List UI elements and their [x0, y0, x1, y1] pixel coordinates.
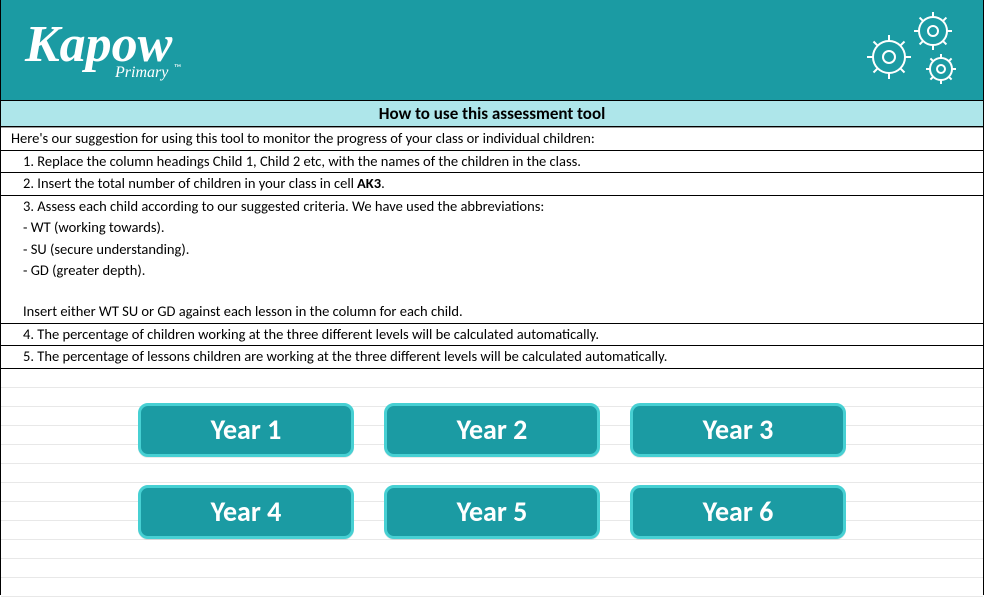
- insert-instruction-row: Insert either WT SU or GD against each l…: [1, 301, 983, 323]
- gears-icon: [855, 7, 965, 93]
- year-5-button[interactable]: Year 5: [384, 485, 600, 539]
- step-2-row: 2. Insert the total number of children i…: [1, 172, 983, 195]
- abbr-wt-row: - WT (working towards).: [1, 217, 983, 239]
- step-2-text: 2. Insert the total number of children i…: [23, 174, 354, 194]
- step-2-period: .: [381, 174, 385, 194]
- step-4-row: 4. The percentage of children working at…: [1, 323, 983, 346]
- year-2-button[interactable]: Year 2: [384, 403, 600, 457]
- spreadsheet-grid-area: Year 1 Year 2 Year 3 Year 4 Year 5 Year …: [1, 369, 983, 605]
- svg-text:™: ™: [174, 61, 181, 74]
- step-1-row: 1. Replace the column headings Child 1, …: [1, 150, 983, 173]
- year-buttons-row-1: Year 1 Year 2 Year 3: [138, 403, 846, 457]
- year-buttons-group: Year 1 Year 2 Year 3 Year 4 Year 5 Year …: [1, 403, 983, 539]
- year-1-button[interactable]: Year 1: [138, 403, 354, 457]
- year-buttons-row-2: Year 4 Year 5 Year 6: [138, 485, 846, 539]
- page-container: Kapow Primary ™: [0, 0, 984, 595]
- abbr-gd-row: - GD (greater depth).: [1, 260, 983, 282]
- year-4-button[interactable]: Year 4: [138, 485, 354, 539]
- brand-logo: Kapow Primary ™: [19, 11, 199, 89]
- header-bar: Kapow Primary ™: [1, 0, 983, 100]
- year-6-button[interactable]: Year 6: [630, 485, 846, 539]
- svg-text:Primary: Primary: [114, 64, 169, 81]
- abbr-su-row: - SU (secure understanding).: [1, 239, 983, 261]
- step-3-row: 3. Assess each child according to our su…: [1, 195, 983, 218]
- step-5-row: 5. The percentage of lessons children ar…: [1, 345, 983, 369]
- step-2-cellref: AK3: [357, 174, 381, 194]
- intro-row: Here's our suggestion for using this too…: [1, 127, 983, 150]
- section-title: How to use this assessment tool: [1, 100, 983, 127]
- kapow-logo-svg: Kapow Primary ™: [19, 11, 199, 89]
- blank-row: [1, 282, 983, 301]
- year-3-button[interactable]: Year 3: [630, 403, 846, 457]
